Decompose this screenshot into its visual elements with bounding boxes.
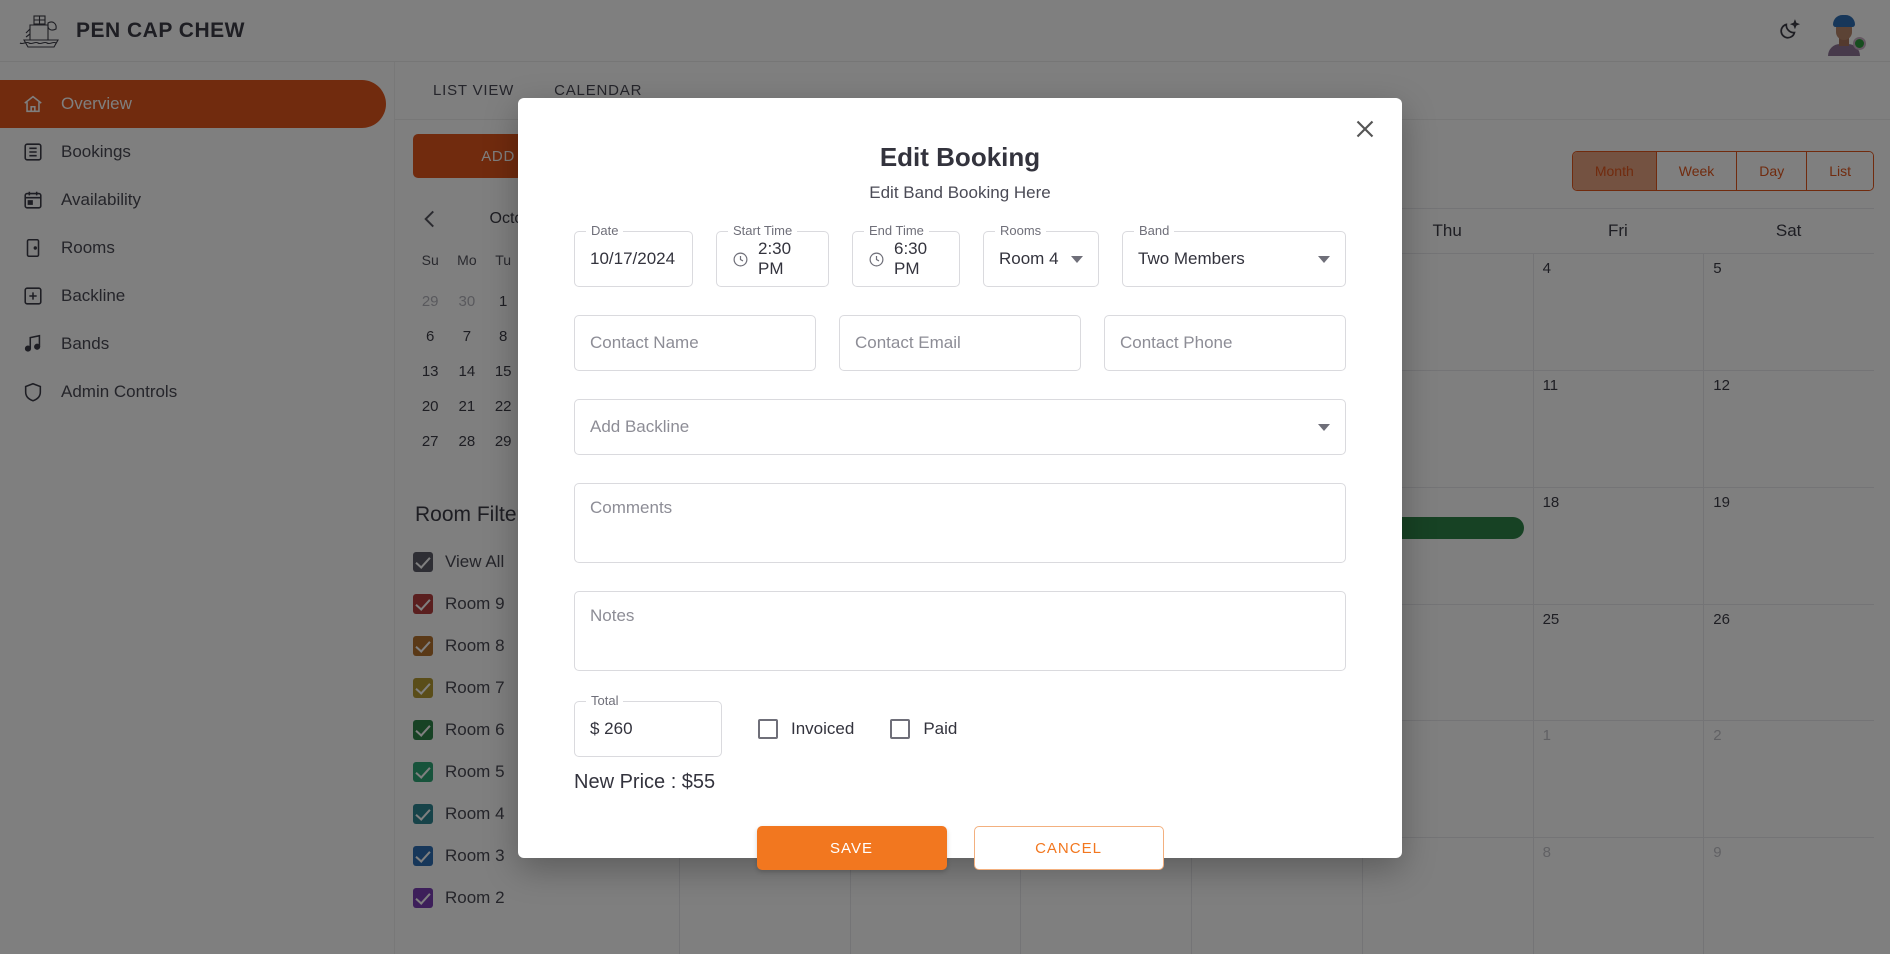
end-time-label: End Time: [864, 223, 929, 238]
total-label: Total: [586, 693, 623, 708]
date-label: Date: [586, 223, 623, 238]
band-value: Two Members: [1138, 249, 1245, 269]
rooms-value: Room 4: [999, 249, 1059, 269]
invoiced-checkbox[interactable]: Invoiced: [758, 719, 854, 739]
rooms-select[interactable]: Rooms Room 4: [983, 231, 1099, 287]
contact-phone-field[interactable]: Contact Phone: [1104, 315, 1346, 371]
chevron-down-icon: [1071, 256, 1083, 263]
app-root: PEN CAP CHEW: [0, 0, 1890, 954]
add-backline-select[interactable]: Add Backline: [574, 399, 1346, 455]
clock-icon: [732, 251, 749, 268]
notes-textarea[interactable]: Notes: [574, 591, 1346, 671]
contact-name-placeholder: Contact Name: [590, 333, 699, 353]
checkbox-icon: [890, 719, 910, 739]
contact-email-field[interactable]: Contact Email: [839, 315, 1081, 371]
dialog-subtitle: Edit Band Booking Here: [574, 183, 1346, 203]
close-icon[interactable]: [1350, 114, 1380, 144]
comments-placeholder: Comments: [590, 498, 672, 517]
chevron-down-icon: [1318, 256, 1330, 263]
clock-icon: [868, 251, 885, 268]
total-field[interactable]: Total $ 260: [574, 701, 722, 757]
band-label: Band: [1134, 223, 1174, 238]
dialog-actions: SAVE CANCEL: [574, 826, 1346, 870]
date-value: 10/17/2024: [590, 249, 675, 269]
new-price-text: New Price : $55: [574, 771, 1346, 794]
save-button[interactable]: SAVE: [757, 826, 947, 870]
schedule-row: Date 10/17/2024 Start Time 2:30 PM End T…: [574, 231, 1346, 287]
band-select[interactable]: Band Two Members: [1122, 231, 1346, 287]
end-time-value: 6:30 PM: [894, 239, 944, 279]
total-row: Total $ 260 Invoiced Paid: [574, 701, 1346, 757]
date-field[interactable]: Date 10/17/2024: [574, 231, 693, 287]
rooms-label: Rooms: [995, 223, 1046, 238]
paid-checkbox[interactable]: Paid: [890, 719, 957, 739]
notes-row: Notes: [574, 591, 1346, 671]
invoiced-label: Invoiced: [791, 719, 854, 739]
start-time-value: 2:30 PM: [758, 239, 813, 279]
contact-row: Contact Name Contact Email Contact Phone: [574, 315, 1346, 371]
total-value: $ 260: [590, 719, 633, 739]
contact-email-placeholder: Contact Email: [855, 333, 961, 353]
cancel-button[interactable]: CANCEL: [974, 826, 1164, 870]
paid-label: Paid: [923, 719, 957, 739]
chevron-down-icon: [1318, 424, 1330, 431]
contact-name-field[interactable]: Contact Name: [574, 315, 816, 371]
start-time-label: Start Time: [728, 223, 797, 238]
backline-row: Add Backline: [574, 399, 1346, 455]
checkbox-icon: [758, 719, 778, 739]
comments-row: Comments: [574, 483, 1346, 563]
add-backline-placeholder: Add Backline: [590, 417, 689, 437]
dialog-title: Edit Booking: [574, 142, 1346, 173]
start-time-field[interactable]: Start Time 2:30 PM: [716, 231, 829, 287]
end-time-field[interactable]: End Time 6:30 PM: [852, 231, 960, 287]
edit-booking-dialog: Edit Booking Edit Band Booking Here Date…: [518, 98, 1402, 858]
contact-phone-placeholder: Contact Phone: [1120, 333, 1232, 353]
notes-placeholder: Notes: [590, 606, 634, 625]
comments-textarea[interactable]: Comments: [574, 483, 1346, 563]
